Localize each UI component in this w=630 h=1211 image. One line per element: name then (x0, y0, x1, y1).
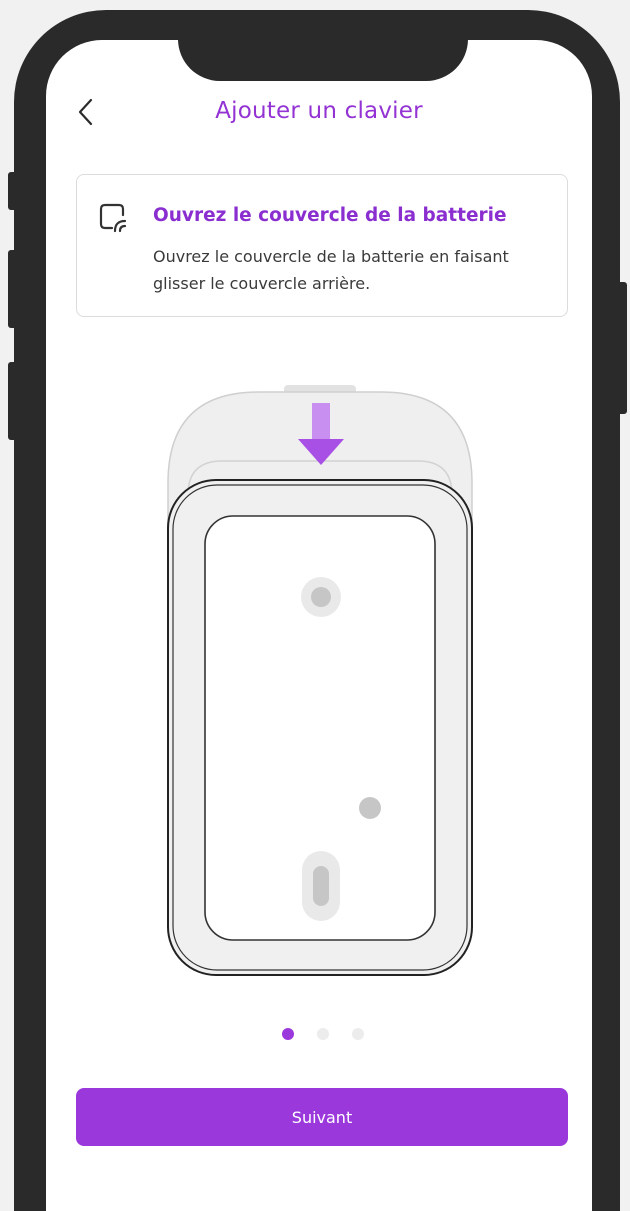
phone-side-button (8, 172, 18, 210)
app-screen: Ajouter un clavier Ouvrez le couvercle d… (46, 40, 592, 1211)
next-button[interactable]: Suivant (76, 1088, 568, 1146)
keypad-back-cover-illustration (156, 385, 486, 1005)
page-dot-1[interactable] (282, 1028, 294, 1040)
page-dot-3[interactable] (352, 1028, 364, 1040)
instruction-card: Ouvrez le couvercle de la batterie Ouvre… (76, 174, 568, 317)
phone-notch (178, 40, 468, 81)
battery-cover-icon (97, 201, 131, 235)
pagination-dots (46, 1028, 592, 1042)
phone-side-button (8, 250, 18, 328)
card-heading: Ouvrez le couvercle de la batterie (153, 205, 507, 226)
card-description: Ouvrez le couvercle de la batterie en fa… (153, 247, 509, 293)
phone-side-button (8, 362, 18, 440)
page-title: Ajouter un clavier (215, 98, 423, 124)
phone-side-button (617, 282, 627, 414)
page-dot-2[interactable] (317, 1028, 329, 1040)
next-button-label: Suivant (291, 1107, 353, 1127)
